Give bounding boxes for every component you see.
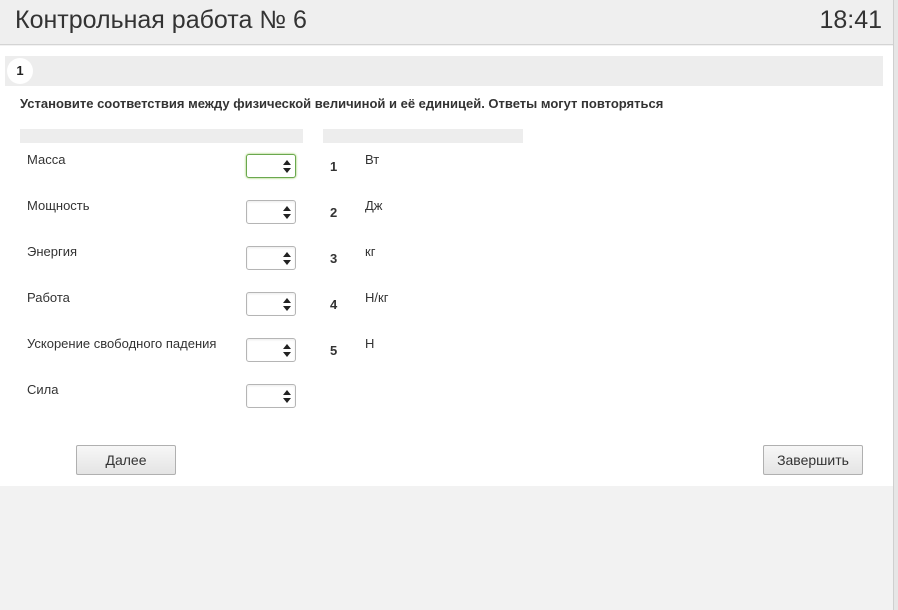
unit-number: 2 (330, 205, 338, 220)
unit-number: 3 (330, 251, 338, 266)
quantity-label: Работа (27, 290, 70, 305)
unit-number: 4 (330, 297, 338, 312)
left-column-header (20, 129, 303, 143)
match-row-gravity: Ускорение свободного падения (20, 330, 303, 376)
answer-select-force[interactable] (246, 384, 296, 408)
header-bar: Контрольная работа № 6 18:41 (0, 0, 893, 45)
unit-row: 1 Вт (323, 146, 523, 192)
match-row-power: Мощность (20, 192, 303, 238)
select-arrows-icon (283, 298, 291, 312)
right-column-header (323, 129, 523, 143)
quantity-label: Сила (27, 382, 59, 397)
quantity-label: Энергия (27, 244, 78, 259)
match-row-work: Работа (20, 284, 303, 330)
unit-label: Дж (365, 198, 383, 213)
select-arrows-icon (283, 390, 291, 404)
unit-label: Н/кг (365, 290, 389, 305)
unit-row: 5 Н (323, 330, 523, 376)
unit-number: 1 (330, 159, 338, 174)
answer-select-power[interactable] (246, 200, 296, 224)
unit-number: 5 (330, 343, 338, 358)
answer-select-energy[interactable] (246, 246, 296, 270)
select-arrows-icon (283, 344, 291, 358)
question-text: Установите соответствия между физической… (20, 96, 664, 111)
answer-select-gravity[interactable] (246, 338, 296, 362)
page-title: Контрольная работа № 6 (15, 6, 307, 34)
unit-row: 2 Дж (323, 192, 523, 238)
unit-row: 4 Н/кг (323, 284, 523, 330)
question-number-badge: 1 (7, 58, 33, 84)
unit-label: Вт (365, 152, 380, 167)
timer-display: 18:41 (819, 6, 882, 34)
quantity-label: Мощность (27, 198, 90, 213)
quantity-label: Масса (27, 152, 66, 167)
next-button[interactable]: Далее (76, 445, 176, 475)
match-row-force: Сила (20, 376, 303, 422)
finish-button[interactable]: Завершить (763, 445, 863, 475)
unit-row: 3 кг (323, 238, 523, 284)
scrollbar-track[interactable] (893, 0, 898, 610)
answer-select-work[interactable] (246, 292, 296, 316)
answer-select-mass[interactable] (246, 154, 296, 178)
question-panel: 1 Установите соответствия между физическ… (0, 46, 893, 486)
unit-label: Н (365, 336, 375, 351)
question-number-bar: 1 (5, 56, 883, 86)
select-arrows-icon (283, 252, 291, 266)
quantity-label: Ускорение свободного падения (27, 336, 217, 351)
match-row-energy: Энергия (20, 238, 303, 284)
select-arrows-icon (283, 206, 291, 220)
match-row-mass: Масса (20, 146, 303, 192)
select-arrows-icon (283, 160, 291, 174)
unit-label: кг (365, 244, 376, 259)
